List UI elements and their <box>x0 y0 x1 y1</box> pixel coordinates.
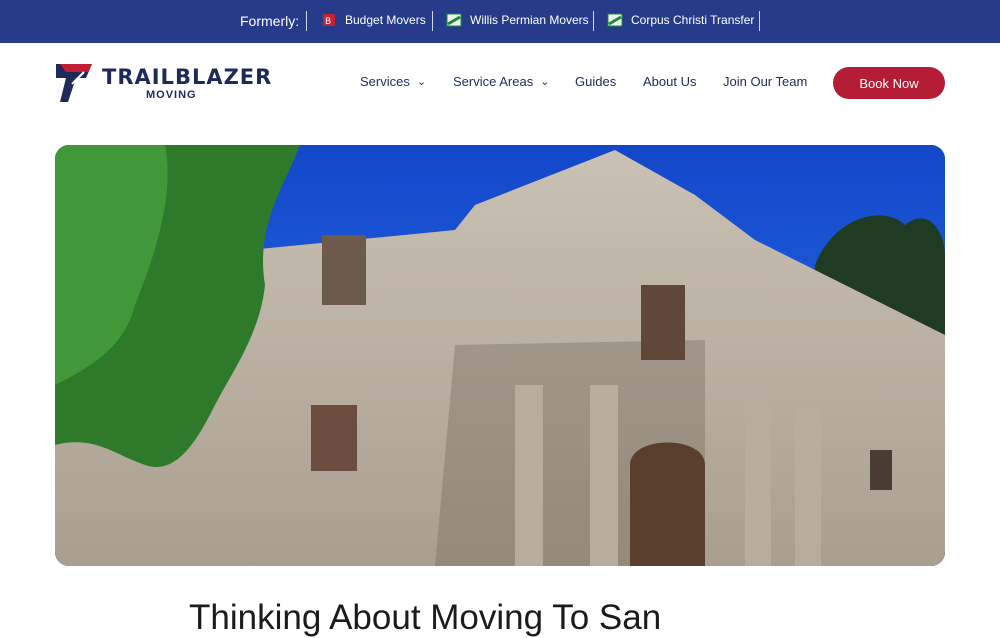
separator <box>432 11 433 31</box>
alamo-mission-photo <box>55 145 945 566</box>
brand-budget-movers[interactable]: B Budget Movers <box>321 12 426 28</box>
chevron-down-icon: ⌄ <box>540 76 550 88</box>
nav-label: Guides <box>575 74 617 89</box>
nav-join-our-team[interactable]: Join Our Team <box>723 74 807 89</box>
brand-corpus-christi[interactable]: Corpus Christi Transfer <box>607 12 754 28</box>
nav-label: About Us <box>643 74 697 89</box>
nav-guides[interactable]: Guides <box>575 74 616 89</box>
svg-text:B: B <box>325 17 331 27</box>
chevron-down-icon: ⌄ <box>416 76 427 88</box>
book-now-button[interactable]: Book Now <box>833 67 945 99</box>
brand-label: Corpus Christi Transfer <box>631 13 755 27</box>
separator <box>593 11 594 31</box>
separator <box>306 11 307 31</box>
brand-label: Willis Permian Movers <box>470 13 589 27</box>
hero-image <box>55 145 945 566</box>
nav-label: Services <box>360 74 410 89</box>
nav-about-us[interactable]: About Us <box>643 74 696 89</box>
logo-wordmark[interactable]: TRAILBLAZER <box>102 65 272 89</box>
brand-label: Budget Movers <box>345 13 426 27</box>
formerly-label: Formerly: <box>240 13 300 29</box>
nav-service-areas[interactable]: Service Areas ⌄ <box>453 74 549 89</box>
top-bar: Formerly: B Budget Movers Willis Permian… <box>0 0 1000 43</box>
logo-subtitle: MOVING <box>146 89 197 101</box>
nav-label: Join Our Team <box>723 74 808 89</box>
page-title: Thinking About Moving To San <box>189 598 662 637</box>
budget-movers-logo-icon: B <box>321 12 337 28</box>
nav-services[interactable]: Services ⌄ <box>360 74 426 89</box>
separator <box>759 11 760 31</box>
nav-label: Service Areas <box>453 74 534 89</box>
corpus-christi-logo-icon <box>607 12 623 28</box>
willis-permian-logo-icon <box>446 12 462 28</box>
brand-willis-permian[interactable]: Willis Permian Movers <box>446 12 589 28</box>
